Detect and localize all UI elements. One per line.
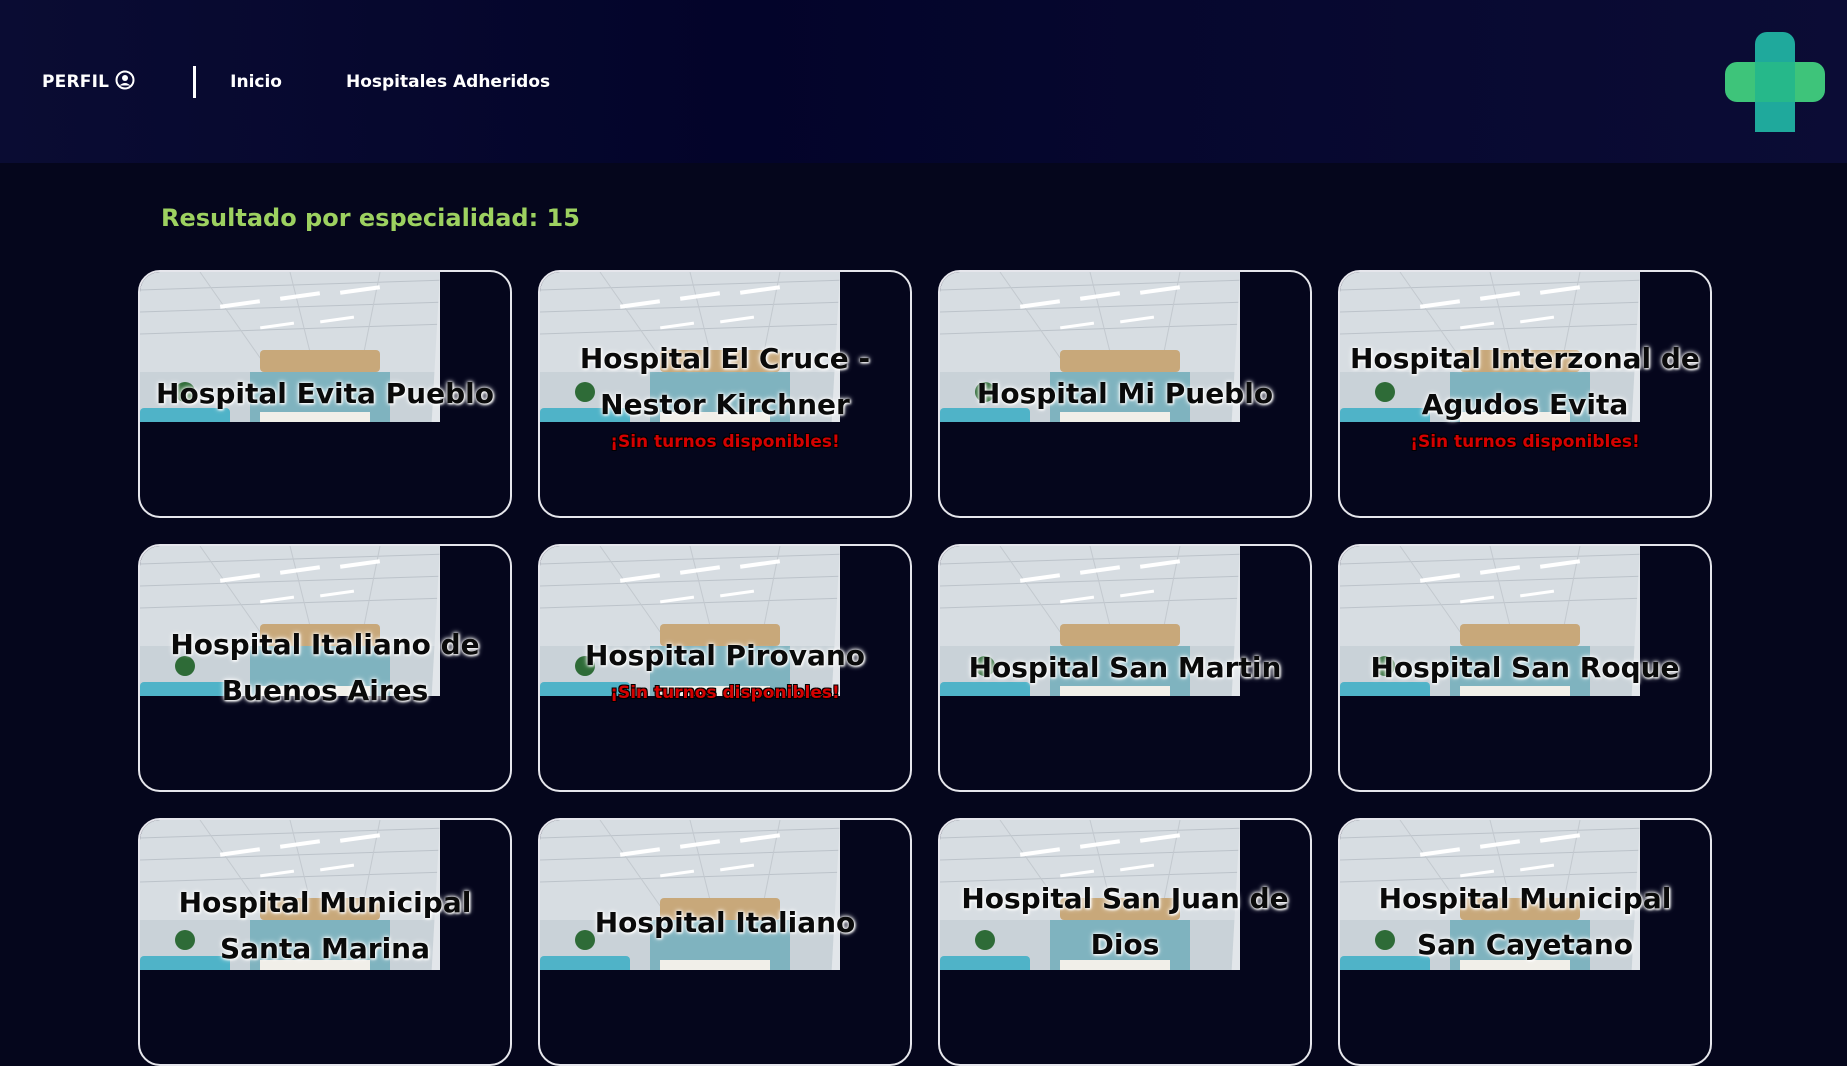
hospital-name: Hospital San Roque — [1370, 651, 1680, 684]
card-content: Hospital Municipal San Cayetano — [1340, 820, 1710, 1064]
no-appointments-badge: ¡Sin turnos disponibles! — [610, 683, 840, 703]
hospital-card[interactable]: Hospital Mi Pueblo — [938, 270, 1312, 518]
card-content: Hospital Italiano — [540, 820, 910, 1064]
profile-label: PERFIL — [42, 72, 110, 92]
hospital-name: Hospital Pirovano — [584, 639, 866, 672]
card-content: Hospital Municipal Santa Marina — [140, 820, 510, 1064]
no-appointments-badge: ¡Sin turnos disponibles! — [1410, 432, 1640, 452]
card-content: Hospital Evita Pueblo — [140, 272, 510, 516]
hospital-card[interactable]: Hospital Italiano — [538, 818, 912, 1066]
card-content: Hospital El Cruce - Nestor Kirchner ¡Sin… — [540, 272, 910, 516]
hospital-card[interactable]: Hospital San Roque — [1338, 544, 1712, 792]
hospital-name: Hospital San Martin — [968, 651, 1282, 684]
hospital-card[interactable]: Hospital Evita Pueblo — [138, 270, 512, 518]
hospital-name: Hospital Italiano de Buenos Aires — [170, 628, 480, 707]
nav-divider — [193, 66, 197, 98]
main-nav: PERFIL Inicio Hospitales Adheridos — [42, 66, 614, 98]
card-content: Hospital Interzonal de Agudos Evita ¡Sin… — [1340, 272, 1710, 516]
hospital-name: Hospital Mi Pueblo — [976, 377, 1274, 410]
card-content: Hospital San Roque — [1340, 546, 1710, 790]
no-appointments-badge: ¡Sin turnos disponibles! — [610, 432, 840, 452]
hospital-name: Hospital Evita Pueblo — [156, 377, 494, 410]
hospital-name: Hospital Municipal Santa Marina — [178, 886, 472, 965]
hospital-name: Hospital Italiano — [594, 906, 856, 939]
hospital-card[interactable]: Hospital Interzonal de Agudos Evita ¡Sin… — [1338, 270, 1712, 518]
hospital-card[interactable]: Hospital El Cruce - Nestor Kirchner ¡Sin… — [538, 270, 912, 518]
hospital-card[interactable]: Hospital Pirovano ¡Sin turnos disponible… — [538, 544, 912, 792]
hospital-grid: Hospital Evita Pueblo Hospital El Cruce … — [138, 270, 1713, 1066]
medical-cross-logo[interactable] — [1725, 32, 1825, 132]
card-content: Hospital San Juan de Dios — [940, 820, 1310, 1064]
hospital-name: Hospital El Cruce - Nestor Kirchner — [579, 342, 871, 421]
hospital-card[interactable]: Hospital Municipal Santa Marina — [138, 818, 512, 1066]
user-circle-icon — [115, 70, 135, 95]
hospital-card[interactable]: Hospital San Juan de Dios — [938, 818, 1312, 1066]
results-title: Resultado por especialidad: 15 — [161, 204, 580, 232]
hospital-name: Hospital San Juan de Dios — [961, 882, 1289, 961]
hospital-card[interactable]: Hospital San Martin — [938, 544, 1312, 792]
card-content: Hospital San Martin — [940, 546, 1310, 790]
nav-link-hospitales-adheridos[interactable]: Hospitales Adheridos — [346, 72, 550, 92]
hospital-card[interactable]: Hospital Municipal San Cayetano — [1338, 818, 1712, 1066]
card-content: Hospital Mi Pueblo — [940, 272, 1310, 516]
nav-link-inicio[interactable]: Inicio — [230, 72, 282, 92]
hospital-name: Hospital Municipal San Cayetano — [1378, 882, 1672, 961]
card-content: Hospital Italiano de Buenos Aires — [140, 546, 510, 790]
hospital-card[interactable]: Hospital Italiano de Buenos Aires — [138, 544, 512, 792]
card-content: Hospital Pirovano ¡Sin turnos disponible… — [540, 546, 910, 790]
top-header: PERFIL Inicio Hospitales Adheridos — [0, 0, 1847, 163]
hospital-name: Hospital Interzonal de Agudos Evita — [1350, 342, 1700, 421]
profile-button[interactable]: PERFIL — [42, 70, 135, 95]
